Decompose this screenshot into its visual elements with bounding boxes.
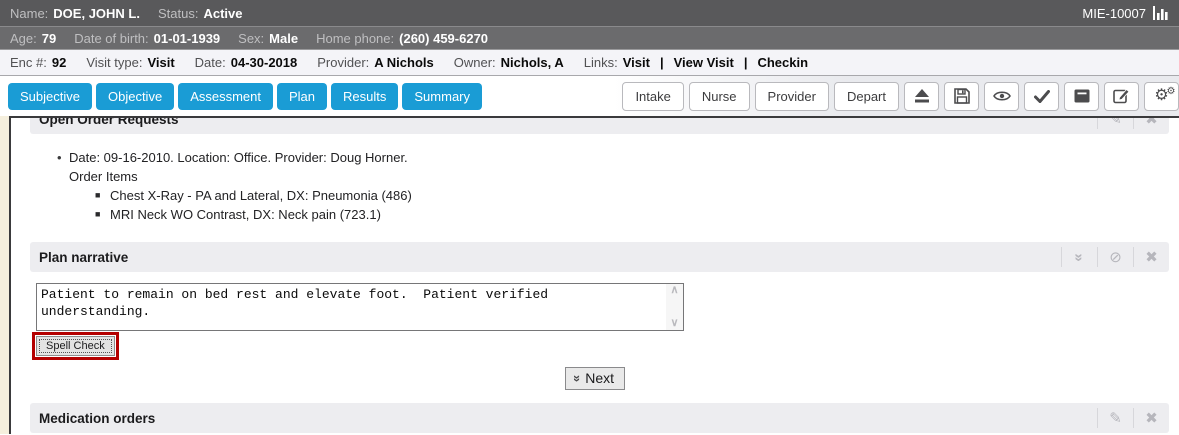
- section-title: Medication orders: [30, 411, 155, 426]
- owner-value: Nichols, A: [501, 55, 564, 70]
- next-button[interactable]: »Next: [565, 367, 625, 390]
- textarea-scrollbar[interactable]: ∧ ∨: [666, 284, 683, 330]
- chart-bars-icon[interactable]: [1153, 6, 1169, 20]
- scroll-down-icon[interactable]: ∨: [670, 318, 678, 329]
- role-buttons: Intake Nurse Provider Depart: [622, 82, 899, 111]
- link-checkin[interactable]: Checkin: [757, 55, 808, 70]
- plan-content-panel: Open Order Requests ✎ ✖ • Date: 09-16-20…: [9, 116, 1179, 434]
- edit-button[interactable]: [1104, 82, 1139, 111]
- dob-value: 01-01-1939: [154, 31, 221, 46]
- check-icon: [1034, 90, 1050, 103]
- enc-value: 92: [52, 55, 66, 70]
- owner-label: Owner:: [454, 55, 496, 70]
- bullet-square: ■: [95, 186, 110, 205]
- date-value: 04-30-2018: [231, 55, 298, 70]
- plan-narrative-text[interactable]: Patient to remain on bed rest and elevat…: [37, 284, 666, 330]
- tab-objective[interactable]: Objective: [96, 83, 174, 110]
- eject-icon: [914, 89, 930, 103]
- section-plan-narrative: Plan narrative » ⊘ ✖: [30, 242, 1169, 272]
- provider-label: Provider:: [317, 55, 369, 70]
- settings-button[interactable]: ⚙⚙: [1144, 82, 1179, 111]
- provider-value: A Nichols: [374, 55, 433, 70]
- section-open-order-requests: Open Order Requests ✎ ✖: [30, 116, 1169, 134]
- tab-subjective[interactable]: Subjective: [8, 83, 92, 110]
- encounter-bar: Enc #: 92 Visit type: Visit Date: 04-30-…: [0, 50, 1179, 76]
- plan-narrative-textarea[interactable]: Patient to remain on bed rest and elevat…: [36, 283, 684, 331]
- section-title: Open Order Requests: [30, 116, 179, 127]
- tab-results[interactable]: Results: [331, 83, 398, 110]
- tab-plan[interactable]: Plan: [277, 83, 327, 110]
- chart-nav-tabs: Subjective Objective Assessment Plan Res…: [8, 83, 482, 110]
- age-label: Age:: [10, 31, 37, 46]
- demographics-bar: Age: 79 Date of birth: 01-01-1939 Sex: M…: [0, 27, 1179, 50]
- page-left-margin: [0, 116, 9, 434]
- patient-name-field: Name: DOE, JOHN L.: [10, 6, 140, 21]
- tab-summary[interactable]: Summary: [402, 83, 482, 110]
- edit-section-icon[interactable]: ✎: [1097, 116, 1133, 129]
- check-button[interactable]: [1024, 82, 1059, 111]
- depart-button[interactable]: Depart: [834, 82, 899, 111]
- chart-toolbar: Subjective Objective Assessment Plan Res…: [0, 76, 1179, 116]
- view-button[interactable]: [984, 82, 1019, 111]
- link-separator: |: [660, 55, 664, 70]
- sex-label: Sex:: [238, 31, 264, 46]
- visit-type-label: Visit type:: [86, 55, 142, 70]
- bullet-square: ■: [95, 205, 110, 224]
- close-section-icon[interactable]: ✖: [1133, 116, 1169, 129]
- highlight-box: Spell Check: [32, 332, 119, 360]
- section-medication-orders: Medication orders ✎ ✖: [30, 403, 1169, 433]
- patient-status-field: Status: Active: [158, 6, 243, 21]
- status-label: Status:: [158, 6, 198, 21]
- edit-icon: [1113, 88, 1130, 104]
- patient-title-bar: Name: DOE, JOHN L. Status: Active MIE-10…: [0, 0, 1179, 27]
- dob-label: Date of birth:: [74, 31, 148, 46]
- link-separator: |: [744, 55, 748, 70]
- age-value: 79: [42, 31, 56, 46]
- icon-buttons: ⚙⚙: [904, 82, 1179, 111]
- intake-button[interactable]: Intake: [622, 82, 683, 111]
- phone-value: (260) 459-6270: [399, 31, 488, 46]
- open-order-list: • Date: 09-16-2010. Location: Office. Pr…: [11, 134, 1179, 242]
- spell-check-button[interactable]: Spell Check: [36, 336, 115, 356]
- link-view-visit[interactable]: View Visit: [674, 55, 734, 70]
- tab-assessment[interactable]: Assessment: [178, 83, 273, 110]
- order-summary: Date: 09-16-2010. Location: Office. Prov…: [69, 148, 408, 167]
- bullet-dot: •: [57, 148, 69, 167]
- double-chevron-down-icon: »: [570, 375, 585, 382]
- link-visit[interactable]: Visit: [623, 55, 650, 70]
- close-section-icon[interactable]: ✖: [1133, 408, 1169, 428]
- collapse-section-icon[interactable]: »: [1061, 247, 1097, 267]
- order-item: Chest X-Ray - PA and Lateral, DX: Pneumo…: [110, 186, 412, 205]
- system-id-area: MIE-10007: [1082, 6, 1169, 21]
- status-value: Active: [203, 6, 242, 21]
- system-id: MIE-10007: [1082, 6, 1146, 21]
- save-icon: [954, 88, 970, 104]
- scroll-up-icon[interactable]: ∧: [670, 285, 678, 296]
- sex-value: Male: [269, 31, 298, 46]
- next-button-label: Next: [585, 370, 614, 386]
- visit-type-value: Visit: [147, 55, 174, 70]
- archive-icon: [1074, 89, 1090, 103]
- archive-button[interactable]: [1064, 82, 1099, 111]
- provider-button[interactable]: Provider: [755, 82, 829, 111]
- order-item: MRI Neck WO Contrast, DX: Neck pain (723…: [110, 205, 381, 224]
- save-button[interactable]: [944, 82, 979, 111]
- eye-icon: [993, 90, 1011, 102]
- links-label: Links:: [584, 55, 618, 70]
- phone-label: Home phone:: [316, 31, 394, 46]
- eject-button[interactable]: [904, 82, 939, 111]
- name-label: Name:: [10, 6, 48, 21]
- content-frame: Open Order Requests ✎ ✖ • Date: 09-16-20…: [0, 116, 1179, 434]
- nurse-button[interactable]: Nurse: [689, 82, 750, 111]
- close-section-icon[interactable]: ✖: [1133, 247, 1169, 267]
- section-title: Plan narrative: [30, 250, 128, 265]
- date-label: Date:: [195, 55, 226, 70]
- patient-name: DOE, JOHN L.: [53, 6, 140, 21]
- edit-section-icon[interactable]: ✎: [1097, 408, 1133, 428]
- settings-gears-icon: ⚙⚙: [1153, 87, 1171, 105]
- enc-label: Enc #:: [10, 55, 47, 70]
- order-items-label: Order Items: [69, 167, 1179, 186]
- disable-section-icon[interactable]: ⊘: [1097, 247, 1133, 267]
